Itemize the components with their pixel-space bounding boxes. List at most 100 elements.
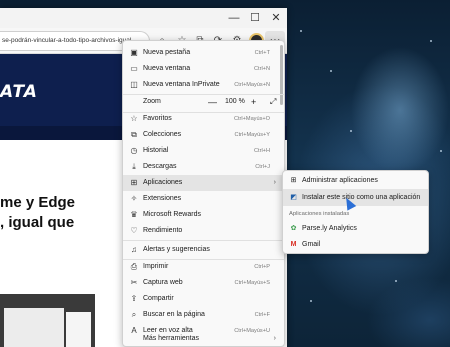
fullscreen-icon[interactable]: ⤢ <box>270 94 276 110</box>
zoom-label: Zoom <box>143 98 161 105</box>
star <box>440 150 442 152</box>
menu-item-label: Nueva ventana InPrivate <box>143 81 220 88</box>
menu-item-more-tools[interactable]: Más herramientas › <box>123 331 284 347</box>
menu-item-label: Extensiones <box>143 195 182 202</box>
menu-item-favorites[interactable]: ☆ Favoritos Ctrl+Mayús+O <box>123 111 284 127</box>
shortcut-text: Ctrl+Mayús+Y <box>234 132 270 138</box>
manage-apps-icon: ⊞ <box>290 177 297 184</box>
menu-item-apps[interactable]: ⊞ Aplicaciones › <box>123 175 284 191</box>
menu-item-find[interactable]: ⌕ Buscar en la página Ctrl+F <box>123 307 284 323</box>
menu-item-label: Captura web <box>143 279 183 286</box>
article-headline-line-2: , igual que <box>0 214 75 231</box>
settings-menu: ▣ Nueva pestaña Ctrl+T ▭ Nueva ventana C… <box>122 40 285 347</box>
menu-item-label: Alertas y sugerencias <box>143 246 210 253</box>
menu-item-new-tab[interactable]: ▣ Nueva pestaña Ctrl+T <box>123 45 284 61</box>
shortcut-text: Ctrl+T <box>254 50 270 56</box>
submenu-item-manage-apps[interactable]: ⊞ Administrar aplicaciones <box>283 172 428 189</box>
menu-item-new-window[interactable]: ▭ Nueva ventana Ctrl+N <box>123 61 284 77</box>
alerts-icon: ♫ <box>131 245 137 254</box>
zoom-in-button[interactable]: + <box>251 94 256 110</box>
star <box>430 40 432 42</box>
maximize-icon[interactable]: ☐ <box>247 10 263 26</box>
menu-item-extensions[interactable]: ✧ Extensiones <box>123 191 284 207</box>
menu-item-label: Compartir <box>143 295 174 302</box>
menu-item-inprivate[interactable]: ◫ Nueva ventana InPrivate Ctrl+Mayús+N <box>123 77 284 93</box>
menu-item-share[interactable]: ⇪ Compartir <box>123 291 284 307</box>
print-icon: ⎙ <box>130 262 138 271</box>
submenu-item-label: Parse.ly Analytics <box>302 225 357 232</box>
shortcut-text: Ctrl+H <box>253 148 270 154</box>
menu-item-print[interactable]: ⎙ Imprimir Ctrl+P <box>123 259 284 275</box>
submenu-item-gmail[interactable]: M Gmail <box>283 236 428 253</box>
shortcut-text: Ctrl+P <box>254 264 270 270</box>
close-icon[interactable]: ✕ <box>268 10 284 26</box>
menu-item-label: Historial <box>143 147 169 154</box>
installed-apps-heading: Aplicaciones instaladas <box>289 211 350 217</box>
menu-item-downloads[interactable]: ⤓ Descargas Ctrl+J <box>123 159 284 175</box>
downloads-icon: ⤓ <box>132 162 136 171</box>
shortcut-text: Ctrl+Mayús+O <box>233 116 270 122</box>
favorites-icon: ☆ <box>130 114 138 123</box>
menu-item-zoom: Zoom — 100 % + ⤢ <box>123 94 284 110</box>
find-icon: ⌕ <box>131 310 137 319</box>
history-icon: ◷ <box>130 146 138 155</box>
star <box>350 130 352 132</box>
install-site-icon: ◩ <box>290 194 297 201</box>
share-icon: ⇪ <box>130 294 138 303</box>
menu-item-label: Buscar en la página <box>143 311 205 318</box>
star <box>300 30 302 32</box>
submenu-item-label: Instalar este sitio como una aplicación <box>302 194 421 201</box>
submenu-item-label: Administrar aplicaciones <box>302 177 378 184</box>
menu-item-label: Nueva pestaña <box>143 49 191 56</box>
menu-item-label: Rendimiento <box>143 227 183 234</box>
chevron-right-icon: › <box>273 335 276 342</box>
new-tab-icon: ▣ <box>130 48 138 57</box>
gmail-icon: M <box>290 241 297 248</box>
thumbnail-panel <box>66 312 91 347</box>
zoom-level: 100 % <box>225 98 245 105</box>
chevron-right-icon: › <box>273 179 276 186</box>
menu-item-history[interactable]: ◷ Historial Ctrl+H <box>123 143 284 159</box>
star <box>310 300 312 302</box>
apps-submenu: ⊞ Administrar aplicaciones ◩ Instalar es… <box>282 170 429 254</box>
thumbnail-window <box>4 308 64 347</box>
menu-item-label: Aplicaciones <box>143 179 183 186</box>
shortcut-text: Ctrl+J <box>255 164 270 170</box>
menu-item-label: Nueva ventana <box>143 65 191 72</box>
menu-item-label: Imprimir <box>143 263 169 270</box>
menu-item-collections[interactable]: ⧉ Colecciones Ctrl+Mayús+Y <box>123 127 284 143</box>
menu-item-label: Microsoft Rewards <box>143 211 201 218</box>
menu-item-label: Más herramientas <box>143 335 200 342</box>
apps-icon: ⊞ <box>130 178 138 187</box>
extensions-icon: ✧ <box>130 194 138 203</box>
menu-item-label: Favoritos <box>143 115 172 122</box>
shortcut-text: Ctrl+Mayús+S <box>234 280 270 286</box>
performance-icon: ♡ <box>130 226 138 235</box>
rewards-icon: ♛ <box>130 210 138 219</box>
menu-item-label: Colecciones <box>143 131 182 138</box>
menu-item-label: Descargas <box>143 163 177 170</box>
menu-item-rewards[interactable]: ♛ Microsoft Rewards <box>123 207 284 223</box>
star <box>330 70 332 72</box>
new-window-icon: ▭ <box>130 64 138 73</box>
submenu-item-install-site[interactable]: ◩ Instalar este sitio como una aplicació… <box>283 189 428 206</box>
submenu-item-parsely[interactable]: ✿ Parse.ly Analytics <box>283 220 428 237</box>
menu-item-web-capture[interactable]: ✂ Captura web Ctrl+Mayús+S <box>123 275 284 291</box>
site-logo: ATA <box>0 82 38 102</box>
minimize-icon[interactable]: — <box>226 10 242 26</box>
collections-icon: ⧉ <box>131 130 137 139</box>
menu-item-performance[interactable]: ♡ Rendimiento <box>123 223 284 239</box>
inprivate-icon: ◫ <box>130 80 138 89</box>
web-capture-icon: ✂ <box>130 278 138 287</box>
shortcut-text: Ctrl+F <box>254 312 270 318</box>
zoom-out-button[interactable]: — <box>208 94 217 110</box>
parsely-icon: ✿ <box>290 225 297 232</box>
submenu-item-label: Gmail <box>302 241 321 248</box>
article-headline-line-1: me y Edge <box>0 194 76 211</box>
menu-divider <box>123 240 284 241</box>
shortcut-text: Ctrl+Mayús+N <box>234 82 270 88</box>
article-thumbnail <box>0 294 95 347</box>
star <box>395 280 397 282</box>
menu-item-alerts[interactable]: ♫ Alertas y sugerencias <box>123 242 284 258</box>
shortcut-text: Ctrl+N <box>253 66 270 72</box>
